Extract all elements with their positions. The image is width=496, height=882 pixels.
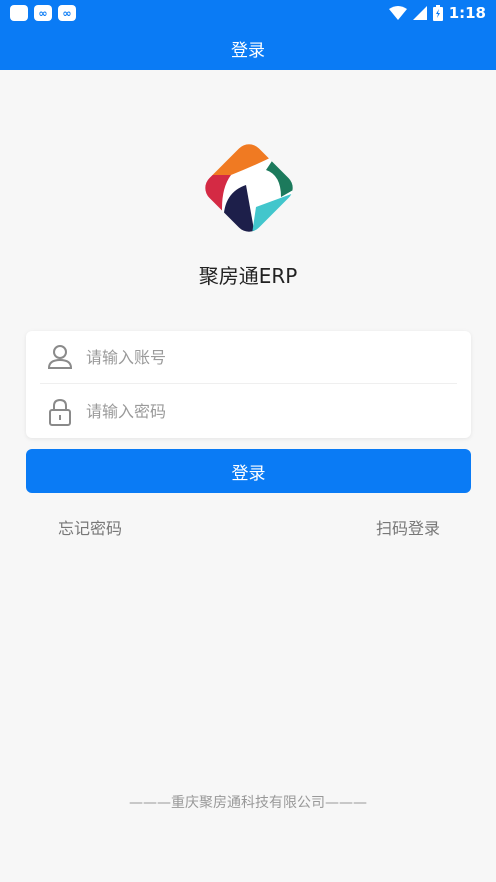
user-icon <box>47 345 73 369</box>
wifi-icon <box>388 6 407 20</box>
app-logo <box>199 138 299 238</box>
login-form <box>26 331 471 438</box>
lock-icon <box>49 398 71 426</box>
app-bar: 登录 <box>0 26 496 70</box>
status-time: 1:18 <box>448 4 486 22</box>
app-icon-2: ∞ <box>58 5 76 21</box>
password-field[interactable] <box>40 385 457 438</box>
password-input[interactable] <box>86 402 457 421</box>
company-footer: ———重庆聚房通科技有限公司——— <box>129 795 367 811</box>
account-field[interactable] <box>40 331 457 384</box>
account-input[interactable] <box>86 347 457 367</box>
square-icon <box>10 5 28 21</box>
page-title: 登录 <box>231 40 265 61</box>
signal-icon <box>412 6 427 20</box>
app-icon-1: ∞ <box>34 5 52 21</box>
scan-login-link[interactable]: 扫码登录 <box>376 515 440 539</box>
status-bar: ∞ ∞ 1:18 <box>0 0 496 26</box>
forgot-password-link[interactable]: 忘记密码 <box>58 515 122 539</box>
app-name: 聚房通ERP <box>198 264 298 288</box>
battery-icon <box>432 5 443 21</box>
status-left: ∞ ∞ <box>10 5 76 21</box>
login-button[interactable]: 登录 <box>26 449 471 493</box>
status-right: 1:18 <box>388 4 486 22</box>
